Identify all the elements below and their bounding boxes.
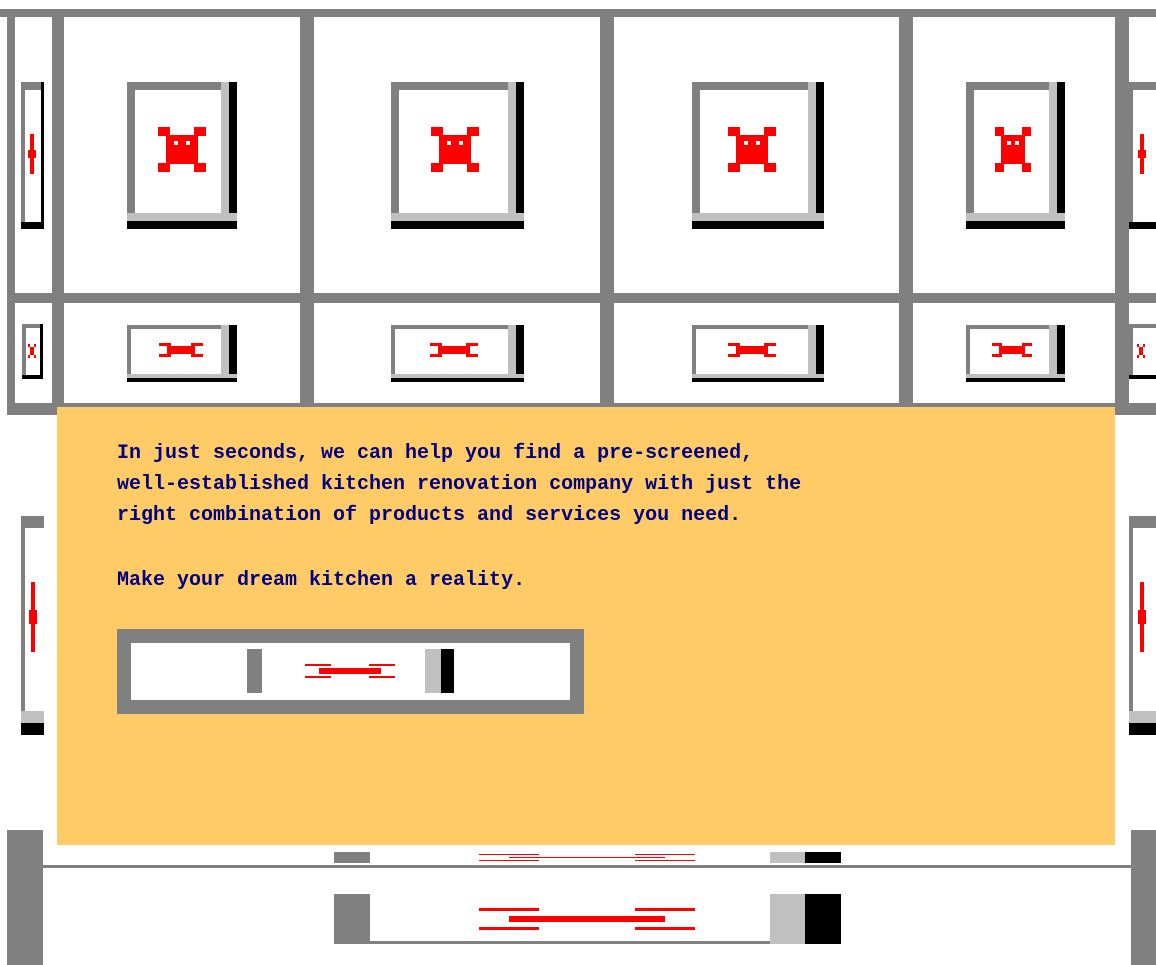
image-placeholder-side-left	[21, 516, 44, 735]
grid-left-bottom	[7, 830, 43, 965]
broken-image-icon	[430, 343, 478, 357]
image-placeholder-bottom-1	[334, 852, 841, 863]
broken-image-icon	[1137, 344, 1145, 358]
grid-right-bottom	[1131, 830, 1156, 965]
image-placeholder-row1-edge-right	[1129, 82, 1156, 229]
grid-vline-6	[1115, 9, 1129, 409]
image-placeholder-row2-edge-right	[1129, 324, 1156, 379]
image-placeholder-row1-col1	[127, 82, 237, 229]
broken-image-icon	[28, 134, 36, 174]
broken-image-icon	[992, 343, 1032, 357]
broken-image-icon	[728, 127, 776, 172]
grid-hline-1	[7, 293, 1156, 303]
image-placeholder-row2-col3	[692, 325, 824, 382]
broken-image-icon	[1138, 134, 1146, 174]
broken-image-icon	[305, 664, 395, 678]
cta-image-inner	[247, 649, 454, 693]
image-placeholder-row1-edge-left	[21, 82, 44, 229]
broken-image-icon	[28, 344, 36, 358]
broken-image-icon	[159, 343, 203, 357]
image-placeholder-row2-edge-left	[22, 324, 43, 379]
image-placeholder-row1-col3	[692, 82, 824, 229]
promo-paragraph-line-1: In just seconds, we can help you find a …	[117, 442, 754, 465]
promo-tagline: Make your dream kitchen a reality.	[117, 569, 526, 592]
image-placeholder-side-right	[1129, 516, 1156, 735]
promo-paragraph-line-3: right combination of products and servic…	[117, 504, 742, 527]
image-placeholder-row2-col4	[966, 325, 1065, 382]
image-placeholder-row2-col2	[391, 325, 524, 382]
broken-image-icon	[479, 854, 695, 861]
cta-image-placeholder[interactable]	[117, 629, 584, 714]
broken-image-icon	[1138, 582, 1146, 652]
image-placeholder-row1-col4	[966, 82, 1065, 229]
broken-image-icon	[728, 343, 776, 357]
image-placeholder-row2-col1	[127, 325, 237, 382]
grid-vline-3	[300, 9, 314, 409]
grid-vline-4	[600, 9, 614, 409]
grid-vline-5	[899, 9, 913, 409]
grid-top-bar	[0, 9, 1156, 17]
broken-image-icon	[995, 127, 1031, 172]
promo-panel: In just seconds, we can help you find a …	[57, 407, 1115, 845]
broken-image-icon	[479, 908, 695, 930]
grid-vline-2	[52, 9, 64, 409]
promo-paragraph-line-2: well-established kitchen renovation comp…	[117, 473, 802, 496]
broken-image-icon	[158, 127, 206, 172]
broken-image-icon	[29, 582, 37, 652]
broken-image-icon	[431, 127, 479, 172]
grid-vline-1	[7, 9, 15, 409]
image-placeholder-row1-col2	[391, 82, 524, 229]
image-placeholder-bottom-2	[334, 894, 841, 944]
